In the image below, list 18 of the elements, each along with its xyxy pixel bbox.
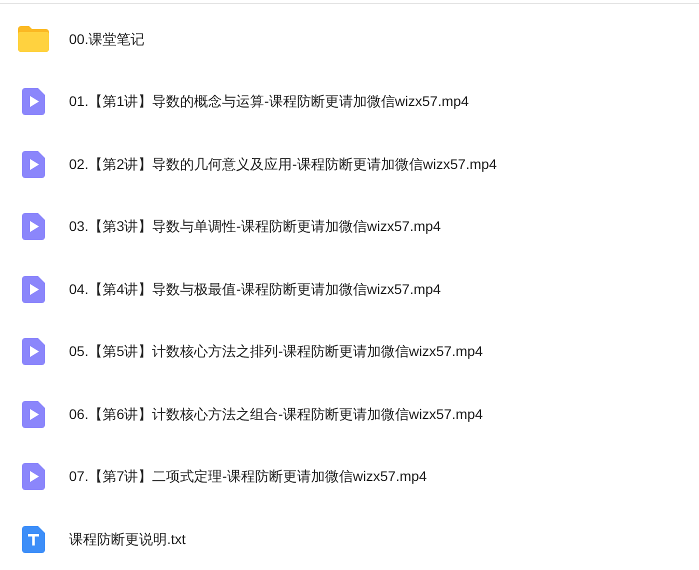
file-name[interactable]: 06.【第6讲】计数核心方法之组合-课程防断更请加微信wizx57.mp4 [69,404,483,425]
file-name[interactable]: 01.【第1讲】导数的概念与运算-课程防断更请加微信wizx57.mp4 [69,91,469,112]
file-name[interactable]: 05.【第5讲】计数核心方法之排列-课程防断更请加微信wizx57.mp4 [69,341,483,362]
folder-icon [18,26,48,52]
file-name[interactable]: 03.【第3讲】导数与单调性-课程防断更请加微信wizx57.mp4 [69,216,441,238]
file-name[interactable]: 课程防断更说明.txt [69,528,186,550]
video-file-icon [22,150,44,178]
file-name[interactable]: 04.【第4讲】导数与极最值-课程防断更请加微信wizx57.mp4 [69,278,441,300]
video-file-icon [22,463,44,490]
video-file-icon [22,276,44,303]
video-file-icon [22,88,44,116]
file-name[interactable]: 00.课堂笔记 [69,28,144,50]
file-name[interactable]: 02.【第2讲】导数的几何意义及应用-课程防断更请加微信wizx57.mp4 [69,154,497,175]
file-name[interactable]: 07.【第7讲】二项式定理-课程防断更请加微信wizx57.mp4 [69,466,427,488]
text-file-icon [22,526,44,553]
video-file-icon [22,213,44,240]
video-file-icon [22,400,44,428]
video-file-icon [22,338,44,366]
